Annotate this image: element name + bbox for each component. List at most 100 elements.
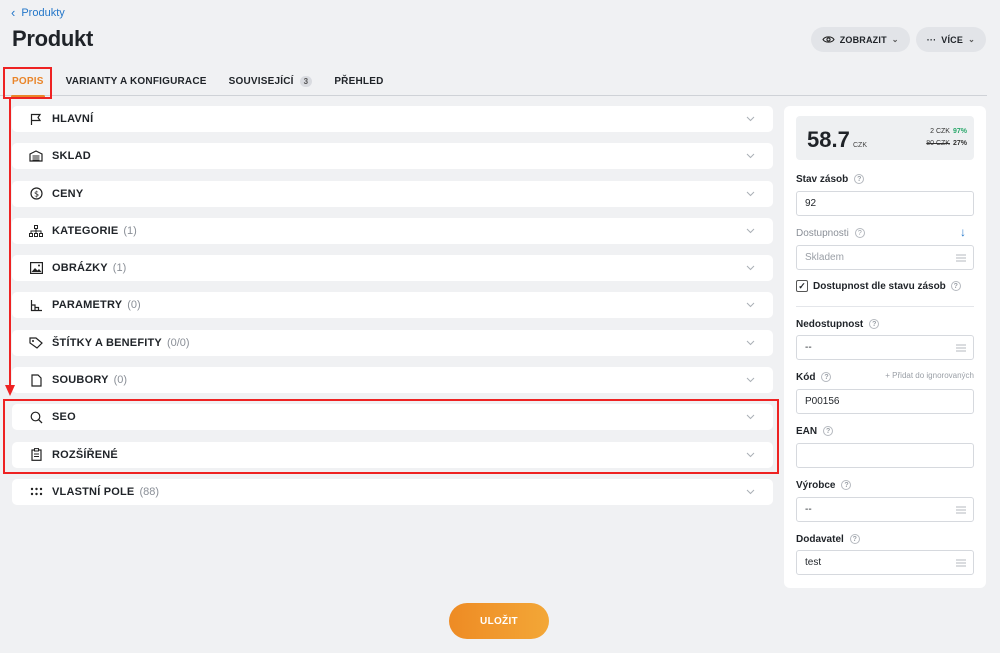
sitemap-icon <box>29 224 43 238</box>
section-label: KATEGORIE <box>52 224 119 237</box>
chevron-down-icon <box>746 340 755 345</box>
section-label: SKLAD <box>52 150 91 163</box>
section-main[interactable]: HLAVNÍ <box>12 106 773 132</box>
tag-icon <box>29 336 43 350</box>
list-icon <box>956 344 966 352</box>
view-button-label: ZOBRAZIT <box>839 34 887 45</box>
chevron-down-icon <box>746 116 755 122</box>
arrow-down-icon[interactable]: ↓ <box>960 225 966 239</box>
price-summary: 58.7 CZK 2 CZK 97% 80 CZK 27% <box>796 116 974 160</box>
unavailability-value: -- <box>805 342 812 353</box>
availability-select[interactable]: Skladem <box>796 245 974 270</box>
checkbox-label: Dostupnost dle stavu zásob <box>813 280 946 292</box>
availability-value: Skladem <box>805 252 844 263</box>
unavailability-label: Nedostupnost? <box>796 317 974 331</box>
section-label: HLAVNÍ <box>52 113 94 125</box>
chevron-left-icon: ‹ <box>11 5 16 20</box>
breadcrumb-link-products[interactable]: Produkty <box>21 7 64 19</box>
ellipsis-icon: ··· <box>926 34 937 45</box>
tab-related[interactable]: SOUVISEJÍCÍ 3 <box>229 72 313 92</box>
more-button-label: VÍCE <box>941 34 964 45</box>
manufacturer-label-text: Výrobce <box>796 479 836 491</box>
section-stock[interactable]: SKLAD <box>12 143 773 170</box>
section-label: VLASTNÍ POLE <box>52 485 135 498</box>
stock-label: Stav zásob? <box>796 172 974 186</box>
list-icon <box>956 559 966 567</box>
section-tags[interactable]: ŠTÍTKY A BENEFITY (0/0) <box>12 329 773 356</box>
section-count: (88) <box>139 485 160 498</box>
count-badge: 3 <box>299 76 313 87</box>
chevron-down-icon: ⌄ <box>891 35 899 44</box>
section-prices[interactable]: $ CENY <box>12 180 773 207</box>
discount-row: 80 CZK 27% <box>926 140 967 147</box>
section-label: OBRÁZKY <box>52 262 108 275</box>
price-value: 58.7 <box>807 127 850 152</box>
tab-label: SOUVISEJÍCÍ <box>228 76 294 87</box>
section-files[interactable]: SOUBORY (0) <box>12 367 773 394</box>
help-icon[interactable]: ? <box>841 480 852 490</box>
section-categories[interactable]: KATEGORIE (1) <box>12 217 773 244</box>
chevron-down-icon <box>746 228 755 234</box>
eye-icon <box>822 36 835 43</box>
top-actions: ZOBRAZIT ⌄ ··· VÍCE ⌄ <box>810 27 986 52</box>
tab-label: VARIANTY A KONFIGURACE <box>65 76 207 87</box>
supplier-label-text: Dodavatel <box>796 533 844 545</box>
help-icon[interactable]: ? <box>821 372 832 382</box>
annotation-seo-advanced-highlight <box>3 399 779 474</box>
tab-bar: POPIS VARIANTY A KONFIGURACE SOUVISEJÍCÍ… <box>0 68 987 98</box>
unavailability-label-text: Nedostupnost <box>796 318 864 330</box>
help-icon[interactable]: ? <box>849 534 860 544</box>
chevron-down-icon <box>746 153 755 159</box>
svg-text:$: $ <box>33 189 38 198</box>
ean-input[interactable] <box>796 443 974 468</box>
discount-percent: 27% <box>952 140 967 147</box>
stock-label-text: Stav zásob <box>796 173 849 185</box>
tab-overview[interactable]: PŘEHLED <box>334 72 383 92</box>
availability-by-stock-checkbox[interactable]: ✓ Dostupnost dle stavu zásob ? <box>796 280 974 292</box>
supplier-select[interactable]: test <box>796 550 974 575</box>
manufacturer-value: -- <box>805 504 812 515</box>
chevron-down-icon <box>746 489 755 495</box>
save-button[interactable]: ULOŽIT <box>449 603 549 639</box>
code-input[interactable]: P00156 <box>796 389 974 414</box>
code-label-text: Kód <box>796 371 816 383</box>
margin-percent: 97% <box>952 128 967 135</box>
help-icon[interactable]: ? <box>950 281 961 291</box>
stock-input[interactable]: 92 <box>796 191 974 216</box>
dollar-circle-icon: $ <box>29 187 43 201</box>
section-count: (0) <box>127 299 141 312</box>
section-count: (1) <box>112 262 127 275</box>
ean-label-text: EAN <box>796 425 818 437</box>
supplier-value: test <box>805 557 822 568</box>
section-custom-fields[interactable]: VLASTNÍ POLE (88) <box>12 478 773 505</box>
section-parameters[interactable]: PARAMETRY (0) <box>12 292 773 319</box>
add-to-ignored-link[interactable]: + Přidat do ignorovaných <box>885 371 974 380</box>
chevron-down-icon <box>746 191 755 196</box>
section-count: (0/0) <box>166 336 190 349</box>
help-icon[interactable]: ? <box>854 228 865 238</box>
tab-label: PŘEHLED <box>334 76 384 87</box>
margin-row: 2 CZK 97% <box>930 128 967 135</box>
ean-label: EAN? <box>796 424 974 438</box>
help-icon[interactable]: ? <box>854 174 865 184</box>
help-icon[interactable]: ? <box>869 319 880 329</box>
section-images[interactable]: OBRÁZKY (1) <box>12 255 773 282</box>
unavailability-select[interactable]: -- <box>796 335 974 360</box>
chevron-down-icon <box>746 377 755 383</box>
margin-value: 2 CZK <box>930 128 950 135</box>
section-label: PARAMETRY <box>52 299 123 312</box>
section-label: CENY <box>52 187 84 200</box>
help-icon[interactable]: ? <box>823 426 834 436</box>
image-icon <box>29 261 43 275</box>
parameters-icon <box>29 298 43 312</box>
manufacturer-select[interactable]: -- <box>796 497 974 522</box>
price-currency: CZK <box>853 142 867 149</box>
breadcrumb[interactable]: ‹ Produkty <box>11 6 65 19</box>
view-button[interactable]: ZOBRAZIT ⌄ <box>810 27 910 52</box>
more-button[interactable]: ··· VÍCE ⌄ <box>915 27 986 52</box>
section-label: ŠTÍTKY A BENEFITY <box>52 336 162 349</box>
side-panel: 58.7 CZK 2 CZK 97% 80 CZK 27% Stav zásob? … <box>784 106 986 588</box>
tab-variants[interactable]: VARIANTY A KONFIGURACE <box>66 72 207 92</box>
list-icon <box>956 506 966 514</box>
availability-label-text: Dostupnosti <box>796 227 849 239</box>
